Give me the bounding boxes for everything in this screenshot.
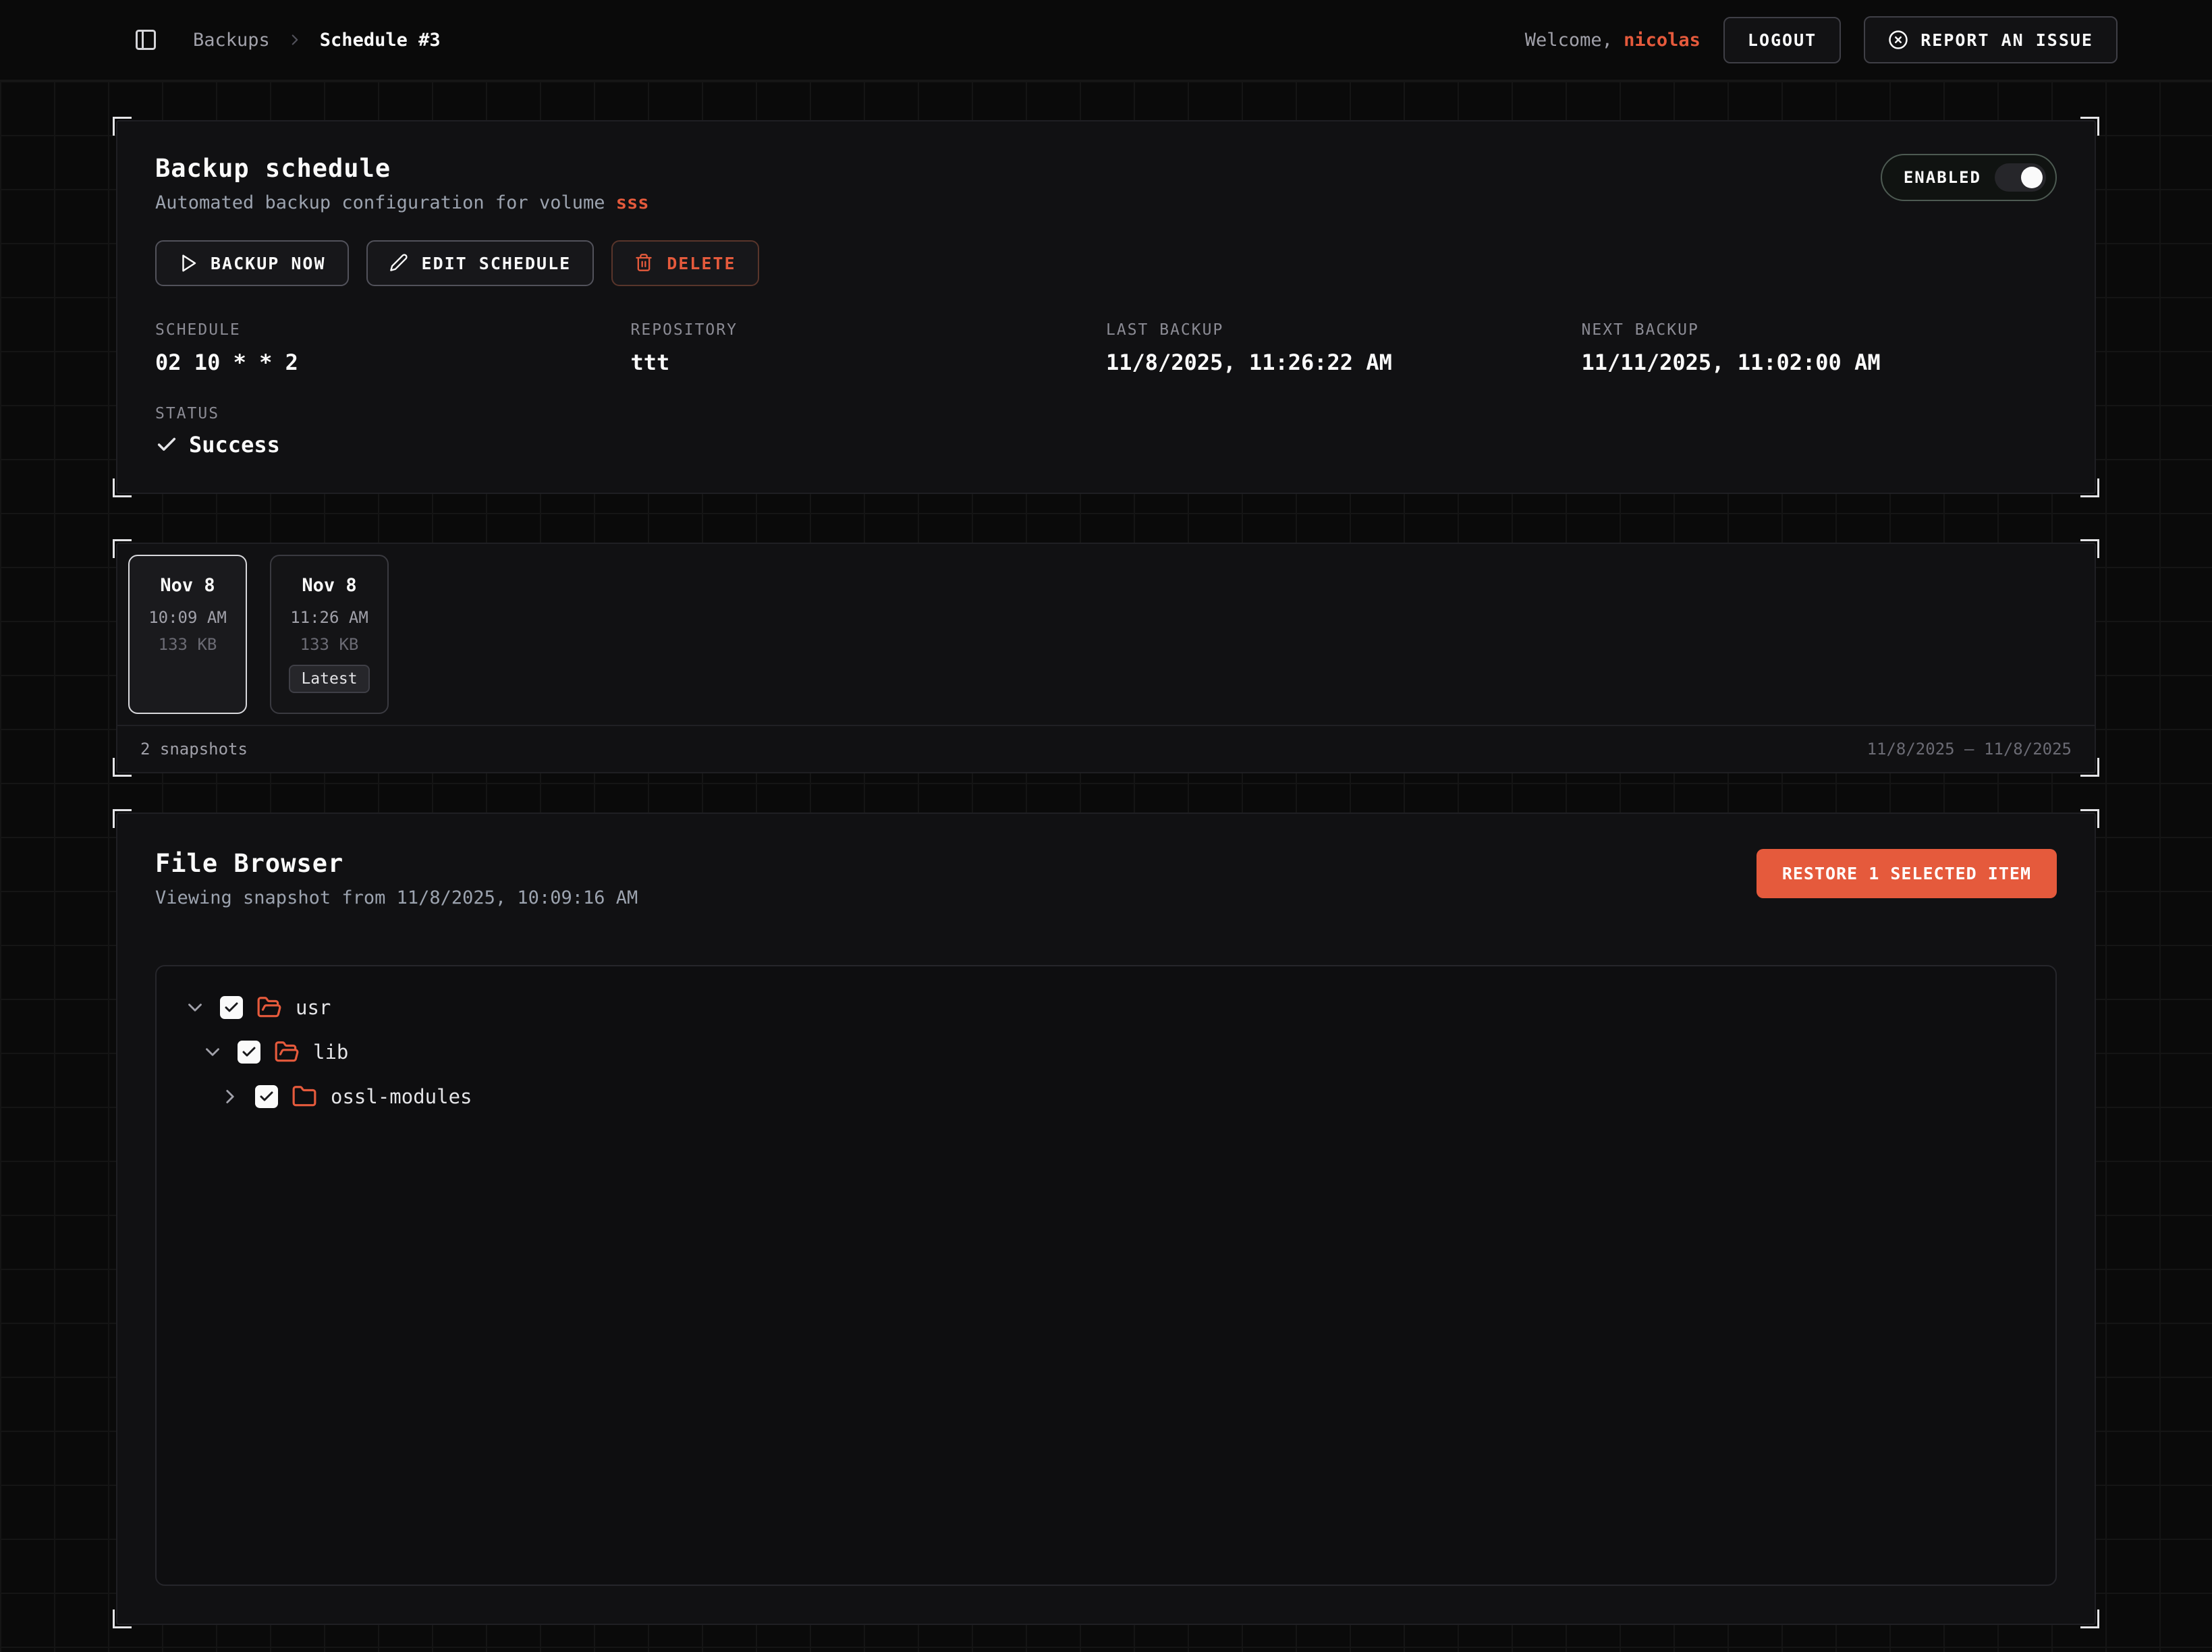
field-value: 02 10 * * 2 bbox=[155, 350, 631, 375]
snapshot-size: 133 KB bbox=[159, 635, 217, 654]
corner-bracket bbox=[2080, 478, 2099, 497]
status-value: Success bbox=[189, 432, 280, 458]
corner-bracket bbox=[113, 117, 132, 136]
tree-item-label: lib bbox=[313, 1041, 348, 1064]
snapshot-card[interactable]: Nov 8 11:26 AM 133 KB Latest bbox=[270, 555, 389, 714]
edit-schedule-button[interactable]: EDIT SCHEDULE bbox=[366, 240, 595, 286]
logout-button[interactable]: LOGOUT bbox=[1723, 17, 1841, 63]
panel-title: Backup schedule bbox=[155, 154, 649, 183]
field-schedule: SCHEDULE 02 10 * * 2 bbox=[155, 321, 631, 375]
snapshot-date: Nov 8 bbox=[160, 575, 215, 596]
tree-row-ossl-modules[interactable]: ossl-modules bbox=[157, 1074, 2055, 1119]
checkbox-checked[interactable] bbox=[220, 996, 243, 1019]
file-browser-subtitle: Viewing snapshot from 11/8/2025, 10:09:1… bbox=[155, 887, 638, 908]
backup-schedule-panel: Backup schedule Automated backup configu… bbox=[116, 120, 2096, 494]
panel-subtitle: Automated backup configuration for volum… bbox=[155, 192, 649, 213]
checkbox-checked[interactable] bbox=[255, 1085, 278, 1108]
folder-open-icon bbox=[274, 1039, 300, 1065]
check-icon bbox=[155, 433, 178, 456]
field-label: NEXT BACKUP bbox=[1582, 321, 2057, 339]
sidebar-toggle-button[interactable] bbox=[126, 20, 166, 60]
corner-bracket bbox=[2080, 809, 2099, 828]
file-browser-title: File Browser bbox=[155, 849, 638, 878]
snapshot-count: 2 snapshots bbox=[140, 740, 248, 759]
main-content: Backup schedule Automated backup configu… bbox=[0, 81, 2212, 1652]
snapshot-list: Nov 8 10:09 AM 133 KB Nov 8 11:26 AM 133… bbox=[117, 544, 2095, 725]
delete-button[interactable]: DELETE bbox=[611, 240, 758, 286]
field-label: LAST BACKUP bbox=[1106, 321, 1582, 339]
field-value: 11/11/2025, 11:02:00 AM bbox=[1582, 350, 2057, 375]
enabled-label: ENABLED bbox=[1904, 168, 1981, 187]
snapshot-time: 10:09 AM bbox=[148, 608, 227, 627]
snapshot-date-range: 11/8/2025 – 11/8/2025 bbox=[1867, 740, 2072, 759]
field-next-backup: NEXT BACKUP 11/11/2025, 11:02:00 AM bbox=[1582, 321, 2057, 375]
enabled-toggle[interactable]: ENABLED bbox=[1881, 154, 2057, 201]
file-tree: usr lib bbox=[155, 965, 2057, 1586]
corner-bracket bbox=[2080, 1609, 2099, 1628]
file-browser-panel: File Browser Viewing snapshot from 11/8/… bbox=[116, 813, 2096, 1625]
checkbox-checked[interactable] bbox=[238, 1041, 260, 1064]
chevron-right-icon bbox=[286, 31, 304, 49]
play-icon bbox=[178, 253, 198, 273]
restore-button[interactable]: RESTORE 1 SELECTED ITEM bbox=[1757, 849, 2057, 898]
toggle-switch[interactable] bbox=[1995, 163, 2046, 192]
logout-label: LOGOUT bbox=[1748, 30, 1817, 50]
snapshot-card-selected[interactable]: Nov 8 10:09 AM 133 KB bbox=[128, 555, 247, 714]
username: nicolas bbox=[1624, 30, 1701, 51]
field-last-backup: LAST BACKUP 11/8/2025, 11:26:22 AM bbox=[1106, 321, 1582, 375]
backup-now-label: BACKUP NOW bbox=[211, 254, 326, 273]
report-issue-label: REPORT AN ISSUE bbox=[1920, 30, 2093, 50]
corner-bracket bbox=[113, 809, 132, 828]
folder-open-icon bbox=[256, 995, 282, 1020]
pencil-icon bbox=[389, 253, 410, 273]
field-value: 11/8/2025, 11:26:22 AM bbox=[1106, 350, 1582, 375]
corner-bracket bbox=[113, 1609, 132, 1628]
corner-bracket bbox=[113, 478, 132, 497]
welcome-prefix: Welcome, bbox=[1525, 30, 1613, 51]
chevron-right-icon[interactable] bbox=[219, 1085, 242, 1108]
welcome-text: Welcome, nicolas bbox=[1525, 30, 1701, 51]
toggle-knob bbox=[2021, 167, 2043, 188]
chevron-down-icon[interactable] bbox=[201, 1041, 224, 1064]
report-issue-button[interactable]: REPORT AN ISSUE bbox=[1864, 16, 2118, 63]
breadcrumb-root[interactable]: Backups bbox=[193, 30, 270, 51]
circle-x-icon bbox=[1888, 30, 1908, 50]
subtitle-prefix: Automated backup configuration for volum… bbox=[155, 192, 605, 213]
schedule-fields: SCHEDULE 02 10 * * 2 REPOSITORY ttt LAST… bbox=[155, 321, 2057, 375]
snapshot-date: Nov 8 bbox=[302, 575, 356, 596]
tree-row-usr[interactable]: usr bbox=[157, 985, 2055, 1030]
snapshots-footer: 2 snapshots 11/8/2025 – 11/8/2025 bbox=[117, 725, 2095, 772]
trash-icon bbox=[634, 253, 655, 273]
breadcrumb: Backups Schedule #3 bbox=[193, 30, 441, 51]
corner-bracket bbox=[2080, 117, 2099, 136]
breadcrumb-current: Schedule #3 bbox=[320, 30, 441, 51]
snapshot-time: 11:26 AM bbox=[290, 608, 368, 627]
tree-item-label: usr bbox=[296, 996, 331, 1019]
status-label: STATUS bbox=[155, 405, 2057, 422]
field-repository: REPOSITORY ttt bbox=[631, 321, 1107, 375]
backup-now-button[interactable]: BACKUP NOW bbox=[155, 240, 349, 286]
panel-left-icon bbox=[134, 28, 158, 52]
edit-schedule-label: EDIT SCHEDULE bbox=[422, 254, 572, 273]
field-status: STATUS Success bbox=[155, 405, 2057, 458]
schedule-actions: BACKUP NOW EDIT SCHEDULE DELETE bbox=[155, 240, 2057, 286]
chevron-down-icon[interactable] bbox=[184, 996, 206, 1019]
latest-badge: Latest bbox=[289, 665, 369, 693]
tree-item-label: ossl-modules bbox=[331, 1085, 472, 1108]
volume-name: sss bbox=[616, 192, 649, 213]
field-label: SCHEDULE bbox=[155, 321, 631, 339]
restore-label: RESTORE 1 SELECTED ITEM bbox=[1782, 864, 2031, 883]
snapshot-size: 133 KB bbox=[300, 635, 359, 654]
snapshots-panel: Nov 8 10:09 AM 133 KB Nov 8 11:26 AM 133… bbox=[116, 543, 2096, 773]
top-header: Backups Schedule #3 Welcome, nicolas LOG… bbox=[0, 0, 2212, 81]
field-value: ttt bbox=[631, 350, 1107, 375]
field-label: REPOSITORY bbox=[631, 321, 1107, 339]
tree-row-lib[interactable]: lib bbox=[157, 1030, 2055, 1074]
delete-label: DELETE bbox=[667, 254, 736, 273]
folder-icon bbox=[292, 1084, 317, 1109]
